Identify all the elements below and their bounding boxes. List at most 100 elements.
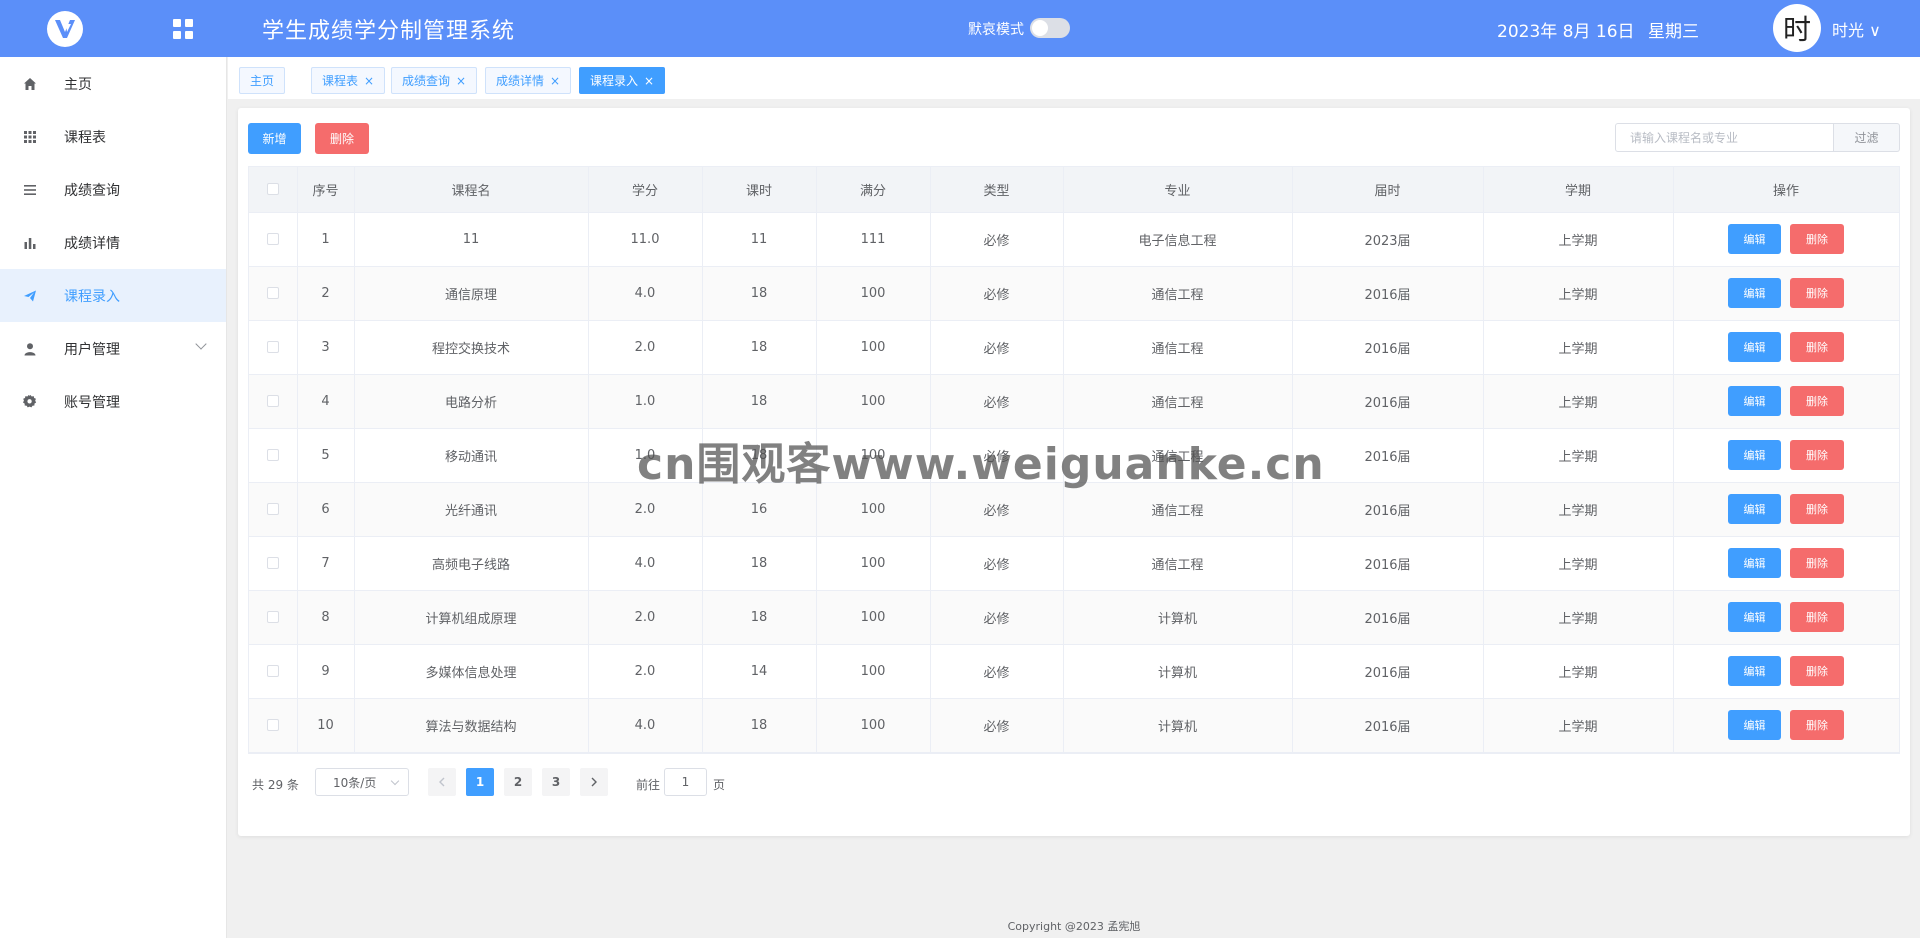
page-button[interactable]: 2 <box>504 768 532 796</box>
sidebar-item-home[interactable]: 主页 <box>0 57 226 110</box>
table-cell: 必修 <box>930 374 1064 429</box>
table-cell: 2 <box>297 266 355 321</box>
delete-row-button[interactable]: 删除 <box>1790 548 1844 578</box>
row-checkbox[interactable] <box>266 557 279 569</box>
tabs-bar: 主页 课程表 × 成绩查询 × 成绩详情 × 课程录入 × <box>228 57 1920 99</box>
table-cell: 必修 <box>930 212 1064 267</box>
table-cell: 9 <box>297 644 355 699</box>
tab-label: 成绩详情 <box>496 74 545 88</box>
delete-row-button[interactable]: 删除 <box>1790 710 1844 740</box>
next-page-button[interactable] <box>580 768 608 796</box>
page-size-select[interactable]: 10条/页 <box>315 768 409 796</box>
add-course-button[interactable]: 新增 <box>248 123 301 154</box>
filter-button[interactable]: 过滤 <box>1834 123 1900 152</box>
row-checkbox[interactable] <box>266 449 279 461</box>
column-header: 课时 <box>702 167 817 213</box>
column-header: 届时 <box>1292 167 1484 213</box>
edit-row-button[interactable]: 编辑 <box>1728 440 1781 470</box>
delete-row-button[interactable]: 删除 <box>1790 440 1844 470</box>
delete-row-button[interactable]: 删除 <box>1790 224 1844 254</box>
row-checkbox[interactable] <box>266 665 279 677</box>
tab-score-detail[interactable]: 成绩详情 × <box>485 67 572 94</box>
table-cell: 多媒体信息处理 <box>354 644 589 699</box>
select-all-checkbox[interactable] <box>266 183 279 196</box>
edit-row-button[interactable]: 编辑 <box>1728 710 1781 740</box>
avatar[interactable]: 时 <box>1773 4 1821 52</box>
edit-row-button[interactable]: 编辑 <box>1728 656 1781 686</box>
tab-label: 主页 <box>250 74 275 88</box>
delete-row-button[interactable]: 删除 <box>1790 494 1844 524</box>
sidebar-item-label: 课程录入 <box>64 288 120 305</box>
table-cell: 100 <box>816 320 931 375</box>
table-cell: 11 <box>354 212 589 267</box>
delete-row-button[interactable]: 删除 <box>1790 332 1844 362</box>
row-actions-cell: 编辑 删除 <box>1673 428 1900 483</box>
edit-row-button[interactable]: 编辑 <box>1728 278 1781 308</box>
edit-row-button[interactable]: 编辑 <box>1728 602 1781 632</box>
sidebar-item-course-entry[interactable]: 课程录入 <box>0 269 226 322</box>
close-icon[interactable]: × <box>644 74 654 88</box>
current-weekday: 星期三 <box>1648 22 1699 42</box>
tab-score-query[interactable]: 成绩查询 × <box>391 67 478 94</box>
delete-row-button[interactable]: 删除 <box>1790 656 1844 686</box>
sidebar-item-label: 成绩查询 <box>64 182 120 199</box>
table-cell: 18 <box>702 374 817 429</box>
table-cell: 100 <box>816 482 931 537</box>
prev-page-button[interactable] <box>428 768 456 796</box>
gear-icon <box>22 394 38 410</box>
table-cell: 18 <box>702 698 817 753</box>
sidebar-item-user-management[interactable]: 用户管理 <box>0 322 226 375</box>
app-grid-icon[interactable] <box>171 17 195 41</box>
edit-row-button[interactable]: 编辑 <box>1728 386 1781 416</box>
sidebar-item-score-detail[interactable]: 成绩详情 <box>0 216 226 269</box>
sidebar-item-timetable[interactable]: 课程表 <box>0 110 226 163</box>
row-checkbox[interactable] <box>266 503 279 515</box>
page-button[interactable]: 1 <box>466 768 494 796</box>
search-input[interactable] <box>1615 123 1834 152</box>
row-checkbox[interactable] <box>266 341 279 353</box>
table-cell: 7 <box>297 536 355 591</box>
delete-row-button[interactable]: 删除 <box>1790 278 1844 308</box>
table-cell: 2016届 <box>1292 320 1484 375</box>
table-cell: 上学期 <box>1483 698 1674 753</box>
table-cell: 18 <box>702 320 817 375</box>
tab-home[interactable]: 主页 <box>239 67 286 94</box>
page-button[interactable]: 3 <box>542 768 570 796</box>
table-cell: 上学期 <box>1483 320 1674 375</box>
close-icon[interactable]: × <box>550 74 560 88</box>
jump-page-input[interactable] <box>664 768 707 796</box>
table-row: 9 多媒体信息处理 2.0 14 100 必修 计算机 2016届 上学期 编辑 删除 <box>249 644 1900 699</box>
jump-label: 前往 <box>636 778 661 792</box>
tab-course-entry[interactable]: 课程录入 × <box>579 67 666 94</box>
batch-delete-button[interactable]: 删除 <box>315 123 369 154</box>
sidebar-item-score-query[interactable]: 成绩查询 <box>0 163 226 216</box>
close-icon[interactable]: × <box>364 74 374 88</box>
table-cell: 6 <box>297 482 355 537</box>
edit-row-button[interactable]: 编辑 <box>1728 332 1781 362</box>
edit-row-button[interactable]: 编辑 <box>1728 548 1781 578</box>
table-cell: 18 <box>702 590 817 645</box>
table-cell: 必修 <box>930 266 1064 321</box>
column-header: 学分 <box>588 167 703 213</box>
close-icon[interactable]: × <box>456 74 466 88</box>
chevron-left-icon <box>439 777 445 787</box>
row-checkbox[interactable] <box>266 719 279 731</box>
delete-row-button[interactable]: 删除 <box>1790 602 1844 632</box>
table-cell: 上学期 <box>1483 644 1674 699</box>
table-cell: 通信工程 <box>1063 374 1293 429</box>
row-checkbox[interactable] <box>266 395 279 407</box>
gray-mode-toggle[interactable] <box>1030 18 1070 38</box>
edit-row-button[interactable]: 编辑 <box>1728 494 1781 524</box>
delete-row-button[interactable]: 删除 <box>1790 386 1844 416</box>
table-cell: 2016届 <box>1292 266 1484 321</box>
table-row: 8 计算机组成原理 2.0 18 100 必修 计算机 2016届 上学期 编辑 删除 <box>249 590 1900 645</box>
row-checkbox[interactable] <box>266 611 279 623</box>
edit-row-button[interactable]: 编辑 <box>1728 224 1781 254</box>
table-row: 5 移动通讯 1.0 18 100 必修 通信工程 2016届 上学期 编辑 删除 <box>249 428 1900 483</box>
row-checkbox[interactable] <box>266 287 279 299</box>
user-menu-dropdown[interactable]: 时光 ∨ <box>1832 17 1881 41</box>
table-cell: 计算机组成原理 <box>354 590 589 645</box>
row-checkbox[interactable] <box>266 233 279 245</box>
tab-timetable[interactable]: 课程表 × <box>311 67 386 94</box>
sidebar-item-account-management[interactable]: 账号管理 <box>0 375 226 428</box>
